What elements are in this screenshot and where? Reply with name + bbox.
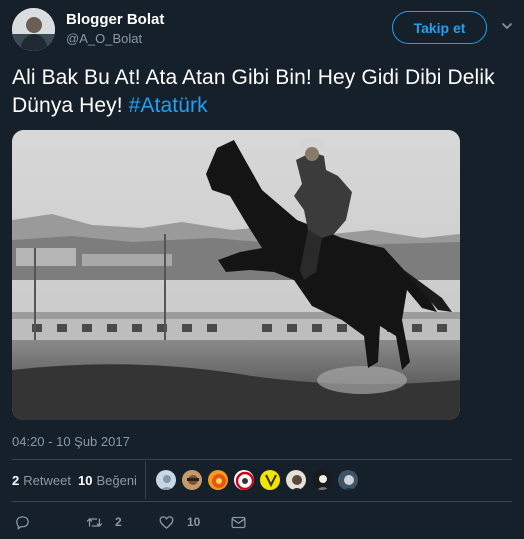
profile-avatar-icon xyxy=(12,8,55,51)
liker-avatar[interactable] xyxy=(181,469,203,491)
liker-avatar[interactable] xyxy=(207,469,229,491)
hashtag-link[interactable]: #Atatürk xyxy=(129,94,208,117)
heart-icon xyxy=(159,515,174,529)
liker-avatar[interactable] xyxy=(311,469,333,491)
reply-icon xyxy=(16,515,29,530)
tweet-photo[interactable] xyxy=(12,130,460,420)
reply-button[interactable] xyxy=(14,513,31,531)
liker-avatar[interactable] xyxy=(259,469,281,491)
retweet-count: 2 xyxy=(12,473,20,488)
liker-avatar[interactable] xyxy=(285,469,307,491)
liker-avatar[interactable] xyxy=(233,469,255,491)
tweet-text: Ali Bak Bu At! Ata Atan Gibi Bin! Hey Gi… xyxy=(12,64,512,120)
like-label: Beğeni xyxy=(96,473,137,488)
retweet-button[interactable]: 2 xyxy=(86,513,122,531)
photo-horse-rider-icon xyxy=(12,130,460,420)
like-stat[interactable]: 10 Beğeni xyxy=(78,473,137,488)
retweet-action-count: 2 xyxy=(115,515,122,529)
retweet-icon xyxy=(86,517,103,527)
stats-separator xyxy=(145,461,146,499)
direct-message-button[interactable] xyxy=(230,513,247,531)
like-count: 10 xyxy=(78,473,93,488)
display-name[interactable]: Blogger Bolat xyxy=(66,11,164,28)
tweet-timestamp[interactable]: 04:20 - 10 Şub 2017 xyxy=(12,434,130,449)
divider xyxy=(12,459,512,460)
user-avatar[interactable] xyxy=(12,8,55,51)
chevron-down-icon[interactable] xyxy=(500,19,514,33)
like-button[interactable]: 10 xyxy=(158,513,200,531)
liker-avatar[interactable] xyxy=(337,469,359,491)
divider xyxy=(12,501,512,502)
liker-avatar[interactable] xyxy=(155,469,177,491)
envelope-icon xyxy=(231,516,246,528)
like-action-count: 10 xyxy=(187,515,201,529)
retweet-stat[interactable]: 2 Retweet xyxy=(12,473,71,488)
follow-button[interactable]: Takip et xyxy=(392,11,487,44)
tweet-body: Ali Bak Bu At! Ata Atan Gibi Bin! Hey Gi… xyxy=(12,66,495,117)
user-handle[interactable]: @A_O_Bolat xyxy=(66,31,142,46)
tweet-card: Blogger Bolat @A_O_Bolat Takip et Ali Ba… xyxy=(0,0,524,539)
retweet-label: Retweet xyxy=(23,473,71,488)
